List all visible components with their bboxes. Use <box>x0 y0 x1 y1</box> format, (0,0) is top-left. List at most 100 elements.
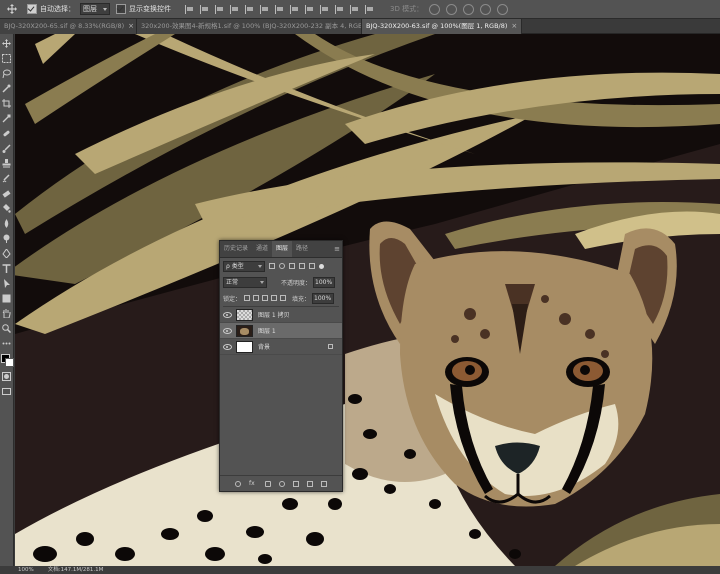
folder-icon[interactable] <box>293 480 299 487</box>
marquee-tool-icon[interactable] <box>2 54 11 63</box>
lock-pixels-icon[interactable] <box>253 295 260 301</box>
tools-panel <box>0 34 14 566</box>
document-tab-active[interactable]: BJQ-320X200-63.sif @ 100%(图层 1, RGB/8) × <box>362 19 522 34</box>
visibility-eye-icon[interactable] <box>223 311 232 318</box>
more-tools-icon[interactable] <box>2 339 11 348</box>
background-color-swatch[interactable] <box>5 358 14 367</box>
hand-tool-icon[interactable] <box>2 309 11 318</box>
type-tool-icon[interactable] <box>2 264 11 273</box>
lock-all-icon[interactable] <box>280 295 287 301</box>
document-tab[interactable]: 320x200-效果图4-新规格1.sif @ 100% (BJQ-320X20… <box>137 19 362 34</box>
3d-mode-buttons <box>429 3 514 15</box>
fx-icon[interactable]: fx <box>249 480 257 487</box>
move-tool-icon[interactable] <box>2 39 11 48</box>
blur-tool-icon[interactable] <box>2 219 11 228</box>
filter-type-icon[interactable] <box>289 263 295 269</box>
align-bottom-icon[interactable] <box>215 4 225 14</box>
tab-layers[interactable]: 图层 <box>272 241 293 257</box>
filter-row: ρ 类型 <box>220 258 342 274</box>
new-layer-icon[interactable] <box>307 480 313 487</box>
dodge-tool-icon[interactable] <box>2 234 11 243</box>
distribute-right-icon[interactable] <box>350 4 360 14</box>
scale-3d-icon[interactable] <box>497 3 509 15</box>
zoom-tool-icon[interactable] <box>2 324 11 333</box>
quick-select-tool-icon[interactable] <box>2 84 11 93</box>
visibility-eye-icon[interactable] <box>223 327 232 334</box>
trash-icon[interactable] <box>321 480 327 487</box>
opacity-label: 不透明度： <box>281 279 312 287</box>
healing-brush-tool-icon[interactable] <box>2 129 11 138</box>
layer-filter-dropdown[interactable]: ρ 类型 <box>223 260 265 272</box>
lock-transparency-icon[interactable] <box>244 295 251 301</box>
opacity-input[interactable]: 100% <box>313 276 336 288</box>
layer-row-selected[interactable]: 图层 1 <box>220 323 342 339</box>
quick-mask-icon[interactable] <box>2 372 11 381</box>
close-icon[interactable]: × <box>511 19 517 34</box>
distribute-left-icon[interactable] <box>320 4 330 14</box>
drag-3d-icon[interactable] <box>463 3 475 15</box>
roll-3d-icon[interactable] <box>446 3 458 15</box>
pen-tool-icon[interactable] <box>2 249 11 258</box>
filter-toggle-icon[interactable] <box>319 263 324 269</box>
tab-channels[interactable]: 通道 <box>252 241 272 257</box>
3d-mode-label: 3D 模式： <box>390 5 424 13</box>
tab-paths[interactable]: 路径 <box>292 241 312 257</box>
adjustment-icon[interactable] <box>279 480 285 487</box>
mask-icon[interactable] <box>265 480 271 487</box>
color-swatches[interactable] <box>1 354 14 367</box>
align-vcenter-icon[interactable] <box>200 4 210 14</box>
status-bar: 100% 文档:147.1M/281.1M <box>0 566 720 574</box>
auto-align-icon[interactable] <box>365 4 375 14</box>
align-top-icon[interactable] <box>185 4 195 14</box>
panel-menu-icon[interactable]: ≡ <box>334 245 340 253</box>
auto-select-checkbox[interactable] <box>27 4 37 14</box>
distribute-vcenter-icon[interactable] <box>290 4 300 14</box>
auto-select-dropdown[interactable]: 图层 <box>80 3 110 15</box>
document-tab[interactable]: BJQ-320X200-65.sif @ 8.33%(RGB/8) × <box>0 19 137 34</box>
gradient-tool-icon[interactable] <box>2 204 11 213</box>
eyedropper-tool-icon[interactable] <box>2 114 11 123</box>
brush-tool-icon[interactable] <box>2 144 11 153</box>
rotate-3d-icon[interactable] <box>429 3 441 15</box>
close-icon[interactable]: × <box>128 19 134 34</box>
history-brush-tool-icon[interactable] <box>2 174 11 183</box>
align-right-icon[interactable] <box>260 4 270 14</box>
move-tool-icon[interactable] <box>3 2 21 17</box>
lasso-tool-icon[interactable] <box>2 69 11 78</box>
fill-input[interactable]: 100% <box>312 292 335 304</box>
shape-tool-icon[interactable] <box>2 294 11 303</box>
layer-row[interactable]: 背景 <box>220 339 342 355</box>
layer-row[interactable]: 图层 1 拷贝 <box>220 307 342 323</box>
layer-name: 图层 1 <box>258 328 276 335</box>
align-left-icon[interactable] <box>230 4 240 14</box>
link-icon[interactable] <box>235 480 241 487</box>
layer-name: 图层 1 拷贝 <box>258 312 290 319</box>
crop-tool-icon[interactable] <box>2 99 11 108</box>
filter-shape-icon[interactable] <box>299 263 305 269</box>
screen-mode-icon[interactable] <box>2 387 11 396</box>
eraser-tool-icon[interactable] <box>2 189 11 198</box>
distribute-hcenter-icon[interactable] <box>335 4 345 14</box>
filter-pixel-icon[interactable] <box>269 263 275 269</box>
transform-controls-checkbox[interactable] <box>116 4 126 14</box>
distribute-top-icon[interactable] <box>275 4 285 14</box>
filter-adjustment-icon[interactable] <box>279 263 285 269</box>
lock-row: 锁定： 填充： 100% <box>220 290 342 306</box>
lock-artboard-icon[interactable] <box>271 295 278 301</box>
visibility-eye-icon[interactable] <box>223 343 232 350</box>
auto-select-label: 自动选择： <box>40 5 75 13</box>
clone-stamp-tool-icon[interactable] <box>2 159 11 168</box>
blend-mode-dropdown[interactable]: 正常 <box>223 276 267 288</box>
layers-panel: 历史记录 通道 图层 路径 ≡ ρ 类型 正常 不透明度： 100% 锁定： 填… <box>219 240 343 492</box>
align-hcenter-icon[interactable] <box>245 4 255 14</box>
document-canvas[interactable] <box>15 34 720 566</box>
slide-3d-icon[interactable] <box>480 3 492 15</box>
layers-footer: fx <box>220 475 342 491</box>
filter-smart-object-icon[interactable] <box>309 263 315 269</box>
distribute-bottom-icon[interactable] <box>305 4 315 14</box>
path-select-tool-icon[interactable] <box>2 279 11 288</box>
blend-row: 正常 不透明度： 100% <box>220 274 342 290</box>
tab-history[interactable]: 历史记录 <box>220 241 252 257</box>
zoom-level[interactable]: 100% <box>18 566 34 574</box>
lock-position-icon[interactable] <box>262 295 269 301</box>
